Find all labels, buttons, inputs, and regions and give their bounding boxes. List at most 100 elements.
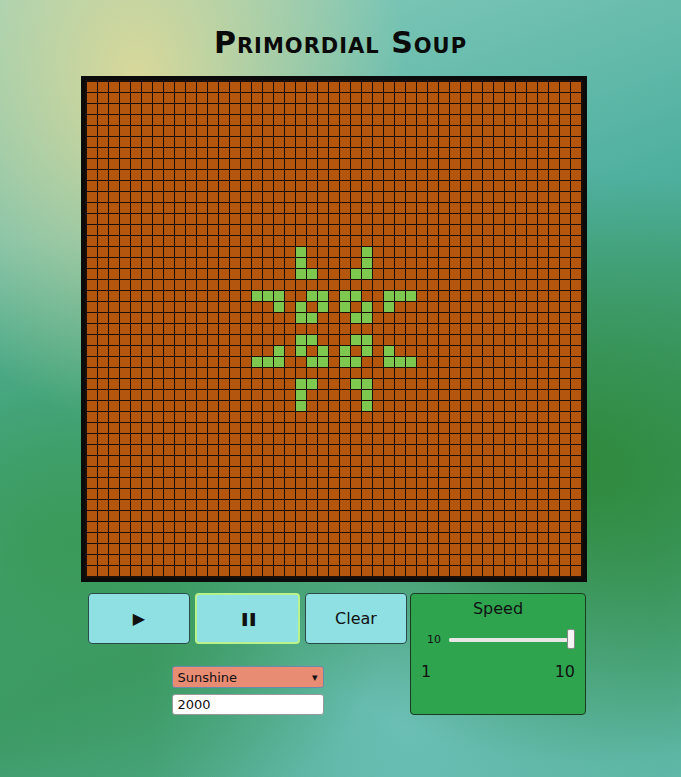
grid-cell[interactable] (120, 555, 130, 565)
grid-cell[interactable] (87, 137, 97, 147)
grid-cell[interactable] (98, 379, 108, 389)
grid-cell[interactable] (340, 236, 350, 246)
grid-cell[interactable] (417, 511, 427, 521)
grid-cell[interactable] (395, 104, 405, 114)
grid-cell[interactable] (197, 269, 207, 279)
grid-cell[interactable] (538, 203, 548, 213)
grid-cell[interactable] (494, 192, 504, 202)
grid-cell[interactable] (505, 412, 515, 422)
grid-cell[interactable] (120, 478, 130, 488)
grid-cell[interactable] (230, 269, 240, 279)
grid-cell[interactable] (120, 280, 130, 290)
grid-cell[interactable] (263, 159, 273, 169)
grid-cell[interactable] (131, 280, 141, 290)
grid-cell[interactable] (417, 236, 427, 246)
grid-cell[interactable] (307, 236, 317, 246)
grid-cell[interactable] (384, 522, 394, 532)
grid-cell[interactable] (450, 214, 460, 224)
grid-cell[interactable] (153, 555, 163, 565)
grid-cell[interactable] (549, 313, 559, 323)
grid-cell[interactable] (450, 302, 460, 312)
grid-cell[interactable] (318, 126, 328, 136)
grid-cell[interactable] (428, 313, 438, 323)
grid-cell[interactable] (109, 280, 119, 290)
grid-cell[interactable] (483, 258, 493, 268)
grid-cell[interactable] (153, 181, 163, 191)
grid-cell[interactable] (560, 192, 570, 202)
grid-cell[interactable] (142, 148, 152, 158)
grid-cell[interactable] (142, 236, 152, 246)
grid-cell[interactable] (208, 214, 218, 224)
grid-cell[interactable] (351, 335, 361, 345)
grid-cell[interactable] (439, 357, 449, 367)
grid-cell[interactable] (428, 511, 438, 521)
grid-cell[interactable] (186, 313, 196, 323)
grid-cell[interactable] (450, 82, 460, 92)
grid-cell[interactable] (142, 214, 152, 224)
grid-cell[interactable] (340, 148, 350, 158)
grid-cell[interactable] (527, 181, 537, 191)
grid-cell[interactable] (175, 192, 185, 202)
grid-cell[interactable] (351, 203, 361, 213)
grid-cell[interactable] (307, 511, 317, 521)
grid-cell[interactable] (153, 302, 163, 312)
grid-cell[interactable] (307, 544, 317, 554)
grid-cell[interactable] (109, 192, 119, 202)
grid-cell[interactable] (87, 533, 97, 543)
grid-cell[interactable] (461, 258, 471, 268)
grid-cell[interactable] (472, 236, 482, 246)
grid-cell[interactable] (494, 346, 504, 356)
grid-cell[interactable] (241, 379, 251, 389)
grid-cell[interactable] (406, 225, 416, 235)
grid-cell[interactable] (384, 555, 394, 565)
grid-cell[interactable] (494, 379, 504, 389)
grid-cell[interactable] (142, 192, 152, 202)
grid-cell[interactable] (175, 401, 185, 411)
grid-cell[interactable] (417, 247, 427, 257)
grid-cell[interactable] (197, 225, 207, 235)
grid-cell[interactable] (406, 148, 416, 158)
grid-cell[interactable] (461, 280, 471, 290)
grid-cell[interactable] (98, 236, 108, 246)
grid-cell[interactable] (241, 555, 251, 565)
grid-cell[interactable] (373, 181, 383, 191)
grid-cell[interactable] (494, 335, 504, 345)
grid-cell[interactable] (296, 412, 306, 422)
grid-cell[interactable] (340, 302, 350, 312)
grid-cell[interactable] (549, 247, 559, 257)
grid-cell[interactable] (153, 478, 163, 488)
grid-cell[interactable] (153, 203, 163, 213)
grid-cell[interactable] (395, 115, 405, 125)
grid-cell[interactable] (516, 148, 526, 158)
grid-cell[interactable] (307, 192, 317, 202)
grid-cell[interactable] (274, 82, 284, 92)
grid-cell[interactable] (164, 489, 174, 499)
grid-cell[interactable] (461, 456, 471, 466)
grid-cell[interactable] (252, 313, 262, 323)
grid-cell[interactable] (98, 368, 108, 378)
grid-cell[interactable] (362, 104, 372, 114)
grid-cell[interactable] (98, 544, 108, 554)
grid-cell[interactable] (131, 544, 141, 554)
grid-cell[interactable] (406, 379, 416, 389)
grid-cell[interactable] (439, 533, 449, 543)
grid-cell[interactable] (307, 390, 317, 400)
grid-cell[interactable] (252, 192, 262, 202)
grid-cell[interactable] (351, 533, 361, 543)
grid-cell[interactable] (296, 390, 306, 400)
grid-cell[interactable] (98, 390, 108, 400)
grid-cell[interactable] (362, 159, 372, 169)
grid-cell[interactable] (373, 258, 383, 268)
grid-cell[interactable] (362, 423, 372, 433)
grid-cell[interactable] (505, 434, 515, 444)
grid-cell[interactable] (538, 379, 548, 389)
grid-cell[interactable] (153, 324, 163, 334)
grid-cell[interactable] (527, 401, 537, 411)
grid-cell[interactable] (450, 522, 460, 532)
grid-cell[interactable] (109, 225, 119, 235)
grid-cell[interactable] (384, 379, 394, 389)
grid-cell[interactable] (285, 511, 295, 521)
grid-cell[interactable] (87, 390, 97, 400)
grid-cell[interactable] (219, 236, 229, 246)
grid-cell[interactable] (560, 555, 570, 565)
